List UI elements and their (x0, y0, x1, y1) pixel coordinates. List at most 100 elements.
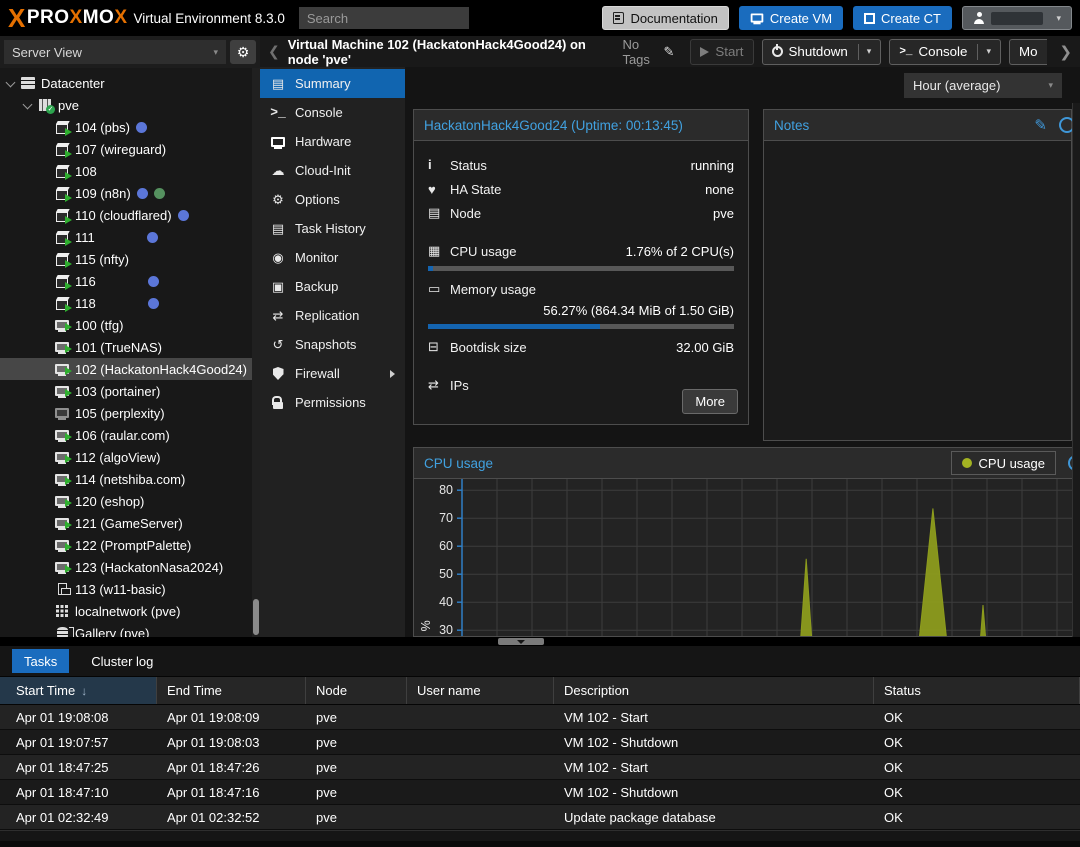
tree-item[interactable]: 108 (0, 160, 260, 182)
splitter-collapse-handle[interactable] (498, 638, 544, 645)
tree-item[interactable]: Gallery (pve) (0, 622, 260, 637)
task-cell: VM 102 - Shutdown (554, 780, 874, 805)
cloud-icon: ☁ (270, 163, 286, 179)
create-ct-button[interactable]: Create CT (853, 6, 952, 30)
status-row: ▤Nodepve (428, 201, 734, 225)
menu-item-backup[interactable]: ▣Backup (260, 272, 405, 301)
tree-item[interactable]: 115 (nfty) (0, 248, 260, 270)
tree-item-label: Datacenter (41, 76, 105, 91)
collapse-left-icon[interactable]: ❮ (268, 43, 280, 60)
column-header-node[interactable]: Node (306, 677, 407, 704)
tab-tasks[interactable]: Tasks (12, 649, 69, 673)
documentation-button[interactable]: Documentation (602, 6, 728, 30)
green-tag-dot-icon (154, 188, 165, 199)
svg-text:60: 60 (439, 539, 453, 553)
running-play-icon (65, 128, 72, 136)
task-row[interactable]: Apr 01 18:47:10Apr 01 18:47:16pveVM 102 … (0, 780, 1080, 805)
menu-item-firewall[interactable]: Firewall (260, 359, 405, 388)
tree-item[interactable]: 121 (GameServer) (0, 512, 260, 534)
menu-item-monitor[interactable]: ◉Monitor (260, 243, 405, 272)
running-play-icon (65, 345, 72, 353)
toolbar-overflow-chevron[interactable]: ❯ (1059, 43, 1072, 61)
menu-item-console[interactable]: >_Console (260, 98, 405, 127)
sidebar-scrollbar[interactable] (252, 68, 260, 637)
edit-tags-pencil-icon[interactable]: ✎ (663, 44, 674, 60)
column-header-label: End Time (167, 683, 222, 698)
tree-item[interactable]: 104 (pbs) (0, 116, 260, 138)
tree-item[interactable]: 112 (algoView) (0, 446, 260, 468)
menu-item-snapshots[interactable]: ↺Snapshots (260, 330, 405, 359)
period-select[interactable]: Hour (average) ▾ (904, 73, 1062, 98)
tree-item[interactable]: localnetwork (pve) (0, 600, 260, 622)
tree-item[interactable]: 118 (0, 292, 260, 314)
task-row[interactable]: Apr 01 19:07:57Apr 01 19:08:03pveVM 102 … (0, 730, 1080, 755)
menu-item-summary[interactable]: ▤Summary (260, 69, 405, 98)
tree-item[interactable]: 123 (HackatonNasa2024) (0, 556, 260, 578)
menu-item-hardware[interactable]: Hardware (260, 127, 405, 156)
task-row[interactable]: Apr 01 19:08:08Apr 01 19:08:09pveVM 102 … (0, 705, 1080, 730)
column-header-status[interactable]: Status (874, 677, 1080, 704)
tree-item[interactable]: 120 (eshop) (0, 490, 260, 512)
cpu-legend[interactable]: CPU usage (951, 451, 1056, 475)
search-input[interactable] (299, 7, 469, 29)
more-button[interactable]: Mo (1009, 39, 1047, 65)
menu-item-task-history[interactable]: ▤Task History (260, 214, 405, 243)
menu-item-options[interactable]: ⚙Options (260, 185, 405, 214)
tree-item[interactable]: 106 (raular.com) (0, 424, 260, 446)
tree-settings-button[interactable]: ⚙ (230, 40, 256, 64)
menu-item-cloud-init[interactable]: ☁ Cloud-Init (260, 156, 405, 185)
tree-item[interactable]: 100 (tfg) (0, 314, 260, 336)
console-button[interactable]: >_ Console ▾ (889, 39, 1001, 65)
create-vm-button[interactable]: Create VM (739, 6, 843, 30)
tree-item[interactable]: 116 (0, 270, 260, 292)
sidebar-scrollbar-thumb[interactable] (253, 599, 259, 635)
status-row: ⊟Bootdisk size32.00 GiB (428, 335, 734, 359)
more-status-button[interactable]: More (682, 389, 738, 414)
tree-item[interactable]: ✓pve (0, 94, 260, 116)
tags-area: No Tags ✎ (622, 37, 674, 67)
tree-item[interactable]: 105 (perplexity) (0, 402, 260, 424)
vm-running-icon (52, 342, 72, 352)
tree-item[interactable]: 113 (w11-basic) (0, 578, 260, 600)
tree-item[interactable]: 111 (0, 226, 260, 248)
tree-item[interactable]: 110 (cloudflared) (0, 204, 260, 226)
column-header-end-time[interactable]: End Time (157, 677, 306, 704)
tree-item[interactable]: 103 (portainer) (0, 380, 260, 402)
edit-notes-pencil-icon[interactable]: ✎ (1034, 116, 1047, 134)
tree-item[interactable]: 122 (PromptPalette) (0, 534, 260, 556)
floppy-icon: ▣ (270, 279, 286, 295)
tree-item[interactable]: Datacenter (0, 72, 260, 94)
vm-template-icon (52, 583, 72, 595)
column-header-start-time[interactable]: Start Time↓ (0, 677, 157, 704)
task-row[interactable]: Apr 01 02:32:49Apr 01 02:32:52pveUpdate … (0, 805, 1080, 830)
status-panel: HackatonHack4Good24 (Uptime: 00:13:45) 𝐢… (413, 109, 749, 425)
task-row[interactable]: Apr 01 18:47:25Apr 01 18:47:26pveVM 102 … (0, 755, 1080, 780)
column-header-label: Start Time (16, 683, 75, 698)
column-header-user-name[interactable]: User name (407, 677, 554, 704)
status-rows: 𝐢Statusrunning♥HA Statenone▤Nodepve▦CPU … (428, 153, 734, 397)
view-mode-select[interactable]: Server View ▾ (4, 40, 226, 64)
caret-expanded-icon[interactable] (21, 98, 35, 112)
menu-item-label: Cloud-Init (295, 163, 351, 178)
shutdown-button[interactable]: Shutdown ▾ (762, 39, 882, 65)
start-button[interactable]: Start (690, 39, 753, 65)
status-row: ▦CPU usage1.76% of 2 CPU(s) (428, 239, 734, 263)
tree-item[interactable]: 109 (n8n) (0, 182, 260, 204)
menu-item-label: Task History (295, 221, 366, 236)
eye-icon: ◉ (270, 250, 286, 266)
menu-item-label: Snapshots (295, 337, 356, 352)
tree-item[interactable]: 107 (wireguard) (0, 138, 260, 160)
column-header-description[interactable]: Description (554, 677, 874, 704)
tree-item[interactable]: 114 (netshiba.com) (0, 468, 260, 490)
menu-item-replication[interactable]: ⇄Replication (260, 301, 405, 330)
content-scrollbar[interactable] (1072, 103, 1080, 637)
tree-item-label: 121 (GameServer) (75, 516, 183, 531)
tab-cluster-log[interactable]: Cluster log (79, 649, 165, 673)
caret-expanded-icon[interactable] (4, 76, 18, 90)
tree-item[interactable]: 102 (HackatonHack4Good24) (0, 358, 260, 380)
tree-item[interactable]: 101 (TrueNAS) (0, 336, 260, 358)
task-cell: Apr 01 19:08:03 (157, 730, 306, 755)
menu-item-permissions[interactable]: Permissions (260, 388, 405, 417)
user-menu-button[interactable]: ▾ (962, 6, 1072, 30)
vm-toolbar: ❮ Virtual Machine 102 (HackatonHack4Good… (260, 36, 1080, 67)
